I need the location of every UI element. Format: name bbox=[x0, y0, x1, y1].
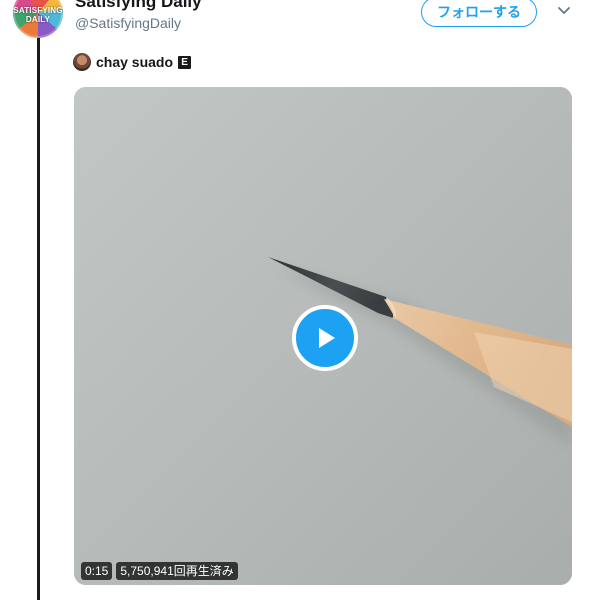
view-count: 5,750,941回再生済み bbox=[116, 562, 238, 580]
play-icon bbox=[319, 328, 335, 348]
avatar-logo-text-1: SATISFYING bbox=[13, 6, 63, 15]
thread-line bbox=[37, 34, 40, 600]
display-name[interactable]: Satisfying Daily bbox=[75, 0, 202, 12]
artist-name[interactable]: chay suado bbox=[96, 54, 173, 70]
video-player[interactable]: 0:15 5,750,941回再生済み bbox=[74, 87, 572, 585]
explicit-badge: E bbox=[178, 55, 192, 69]
follow-button[interactable]: フォローする bbox=[421, 0, 537, 27]
avatar-logo-text-2: DAILY bbox=[25, 15, 51, 24]
play-button[interactable] bbox=[292, 305, 358, 371]
chevron-down-icon[interactable] bbox=[557, 5, 571, 17]
artist-avatar bbox=[73, 53, 91, 71]
video-duration: 0:15 bbox=[81, 562, 113, 580]
tweet-page: SATISFYING DAILY Satisfying Daily @Satis… bbox=[0, 0, 600, 600]
video-badges: 0:15 5,750,941回再生済み bbox=[81, 562, 238, 580]
music-attribution[interactable]: chay suado E bbox=[73, 52, 192, 72]
avatar[interactable]: SATISFYING DAILY bbox=[13, 0, 63, 38]
user-handle[interactable]: @SatisfyingDaily bbox=[75, 15, 181, 31]
